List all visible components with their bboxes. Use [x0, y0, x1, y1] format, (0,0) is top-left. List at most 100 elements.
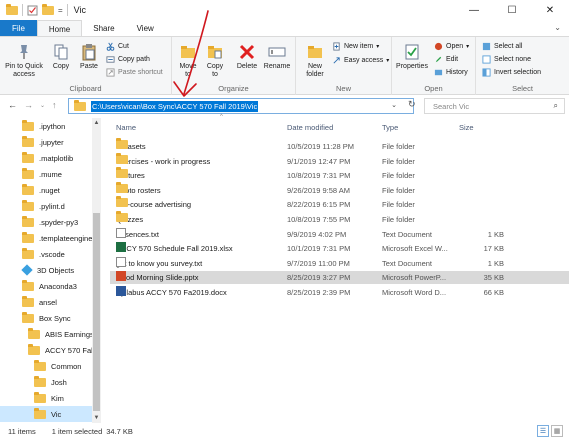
sort-ascending-icon: ^ — [220, 114, 223, 120]
edit-button[interactable]: Edit — [434, 53, 458, 65]
file-row[interactable]: Lectures 10/8/2019 7:31 PM File folder — [110, 167, 569, 182]
sidebar-item[interactable]: Anaconda3 — [0, 278, 92, 294]
close-button[interactable]: ✕ — [531, 0, 569, 20]
separator — [22, 4, 23, 16]
folder-icon — [116, 181, 128, 193]
file-name: Good Morning Slide.pptx — [116, 273, 199, 283]
scrollbar-thumb[interactable] — [93, 213, 100, 411]
minimize-button[interactable]: — — [455, 0, 493, 20]
file-row[interactable]: Absences.txt 9/9/2019 4:02 PM Text Documen… — [110, 227, 569, 241]
back-arrow-icon[interactable]: ← — [8, 100, 17, 112]
folder-icon — [28, 327, 40, 339]
quick-access-dropdown[interactable]: = — [58, 6, 63, 15]
navigation-scrollbar[interactable]: ▲ ▼ — [92, 118, 101, 423]
sidebar-item[interactable]: .nuget — [0, 182, 92, 198]
file-row[interactable]: ACCY 570 Schedule Fall 2019.xlsx 10/1/201… — [110, 242, 569, 255]
sidebar-item[interactable]: 3D Objects — [0, 262, 92, 278]
sidebar-item[interactable]: .templateengine — [0, 230, 92, 246]
tab-share[interactable]: Share — [82, 20, 125, 36]
sidebar-item[interactable]: .ipython — [0, 118, 92, 134]
folder-icon — [74, 99, 86, 111]
rename-button[interactable]: Rename — [262, 43, 292, 71]
paste-button[interactable]: Paste — [76, 43, 102, 71]
ribbon-expand-icon[interactable]: ⌄ — [554, 23, 561, 32]
select-none-button[interactable]: Select none — [482, 53, 531, 65]
sidebar-item[interactable]: .vscode — [0, 246, 92, 262]
sidebar-item[interactable]: ABIS Earnings F — [0, 326, 92, 342]
file-date: 9/9/2019 4:02 PM — [287, 229, 347, 239]
search-field[interactable]: Search Vic ⌕ — [424, 98, 565, 114]
refresh-icon[interactable]: ↻ — [408, 99, 416, 110]
sidebar-item[interactable]: Common — [0, 358, 92, 374]
file-name-cell: Quizzes — [116, 211, 143, 226]
status-bar: 11 items 1 item selected 34.7 KB ☰ ▦ — [0, 423, 569, 439]
paste-shortcut-button[interactable]: Paste shortcut — [106, 66, 163, 78]
file-row[interactable]: Syllabus ACCY 570 Fa2019.docx 8/25/2019 2… — [110, 286, 569, 299]
file-row[interactable]: Exercises - work in progress 9/1/2019 12:… — [110, 152, 569, 168]
file-type: File folder — [382, 185, 415, 195]
column-header-name[interactable]: Name — [116, 118, 136, 138]
history-button[interactable]: History — [434, 66, 468, 78]
open-button[interactable]: Open ▾ — [434, 40, 469, 52]
tab-file[interactable]: File — [0, 20, 37, 36]
scroll-up-icon[interactable]: ▲ — [92, 120, 101, 126]
select-all-button[interactable]: Select all — [482, 40, 522, 52]
sidebar-item[interactable]: ansel — [0, 294, 92, 310]
new-item-button[interactable]: New item ▾ — [332, 40, 379, 52]
sidebar-item[interactable]: Kim — [0, 390, 92, 406]
sidebar-item[interactable]: Josh — [0, 374, 92, 390]
file-row[interactable]: get to know you survey.txt 9/7/2019 11:00… — [110, 256, 569, 270]
tab-view[interactable]: View — [126, 20, 165, 36]
address-field[interactable]: C:\Users\vican\Box Sync\ACCY 570 Fall 20… — [68, 98, 414, 114]
pin-quick-access-button[interactable]: Pin to Quick access — [2, 43, 46, 79]
copy-path-button[interactable]: Copy path — [106, 53, 150, 65]
folder-icon — [22, 135, 34, 147]
details-view-icon[interactable]: ☰ — [537, 425, 549, 437]
cut-button[interactable]: Cut — [106, 40, 129, 52]
tab-home[interactable]: Home — [36, 20, 83, 36]
sidebar-item[interactable]: Box Sync — [0, 310, 92, 326]
file-row[interactable]: Quizzes 10/8/2019 7:55 PM File folder — [110, 211, 569, 226]
sidebar-item[interactable]: .pylint.d — [0, 198, 92, 214]
delete-button[interactable]: Delete — [234, 43, 260, 71]
file-name-cell: Absences.txt — [116, 227, 159, 241]
scroll-down-icon[interactable]: ▼ — [92, 415, 101, 421]
large-icons-view-icon[interactable]: ▦ — [551, 425, 563, 437]
sidebar-item-label: Anaconda3 — [39, 281, 77, 291]
column-header-date[interactable]: Date modified — [287, 118, 333, 138]
file-row[interactable]: Photo rosters 9/26/2019 9:58 AM File folde… — [110, 181, 569, 197]
address-dropdown-icon[interactable]: ⌄ — [391, 101, 397, 109]
sidebar-item[interactable]: ACCY 570 Fall 2 — [0, 342, 92, 358]
new-folder-quick-icon[interactable] — [42, 3, 54, 15]
sidebar-item[interactable]: .matplotlib — [0, 150, 92, 166]
sidebar-item[interactable]: .mume — [0, 166, 92, 182]
new-folder-button[interactable]: New folder — [300, 43, 330, 79]
sidebar-item-label: ansel — [39, 297, 57, 307]
file-type: File folder — [382, 156, 415, 166]
column-header-size[interactable]: Size — [459, 118, 474, 138]
properties-button[interactable]: Properties — [394, 43, 430, 71]
recent-locations-icon[interactable]: ⌄ — [40, 100, 45, 112]
sidebar-item[interactable]: Vic — [0, 406, 92, 422]
maximize-button[interactable]: ☐ — [493, 0, 531, 20]
file-type: Microsoft Excel W... — [382, 244, 448, 254]
copy-button[interactable]: Copy — [48, 43, 74, 71]
open-dropdown-icon: ▾ — [466, 43, 470, 50]
properties-check-icon[interactable] — [27, 5, 38, 16]
sidebar-item[interactable]: .jupyter — [0, 134, 92, 150]
up-arrow-icon[interactable]: ↑ — [52, 100, 57, 112]
sidebar-item[interactable]: .spyder-py3 — [0, 214, 92, 230]
file-row[interactable]: Good Morning Slide.pptx 8/25/2019 3:27 PM… — [110, 271, 569, 285]
file-row[interactable]: Datasets 10/5/2019 11:28 PM File folder — [110, 138, 569, 153]
file-row[interactable]: Pre-course advertising 8/22/2019 6:15 PM F… — [110, 196, 569, 211]
invert-selection-button[interactable]: Invert selection — [482, 66, 541, 78]
copy-path-label: Copy path — [118, 55, 150, 63]
file-name-cell: Pre-course advertising — [116, 196, 191, 211]
properties-icon — [405, 44, 419, 60]
column-header-type[interactable]: Type — [382, 118, 398, 138]
sidebar-item-label: Box Sync — [39, 313, 71, 323]
search-icon[interactable]: ⌕ — [554, 101, 558, 111]
forward-arrow-icon[interactable]: → — [24, 100, 33, 112]
scissors-icon — [106, 42, 115, 51]
easy-access-button[interactable]: Easy access ▾ — [332, 54, 389, 66]
